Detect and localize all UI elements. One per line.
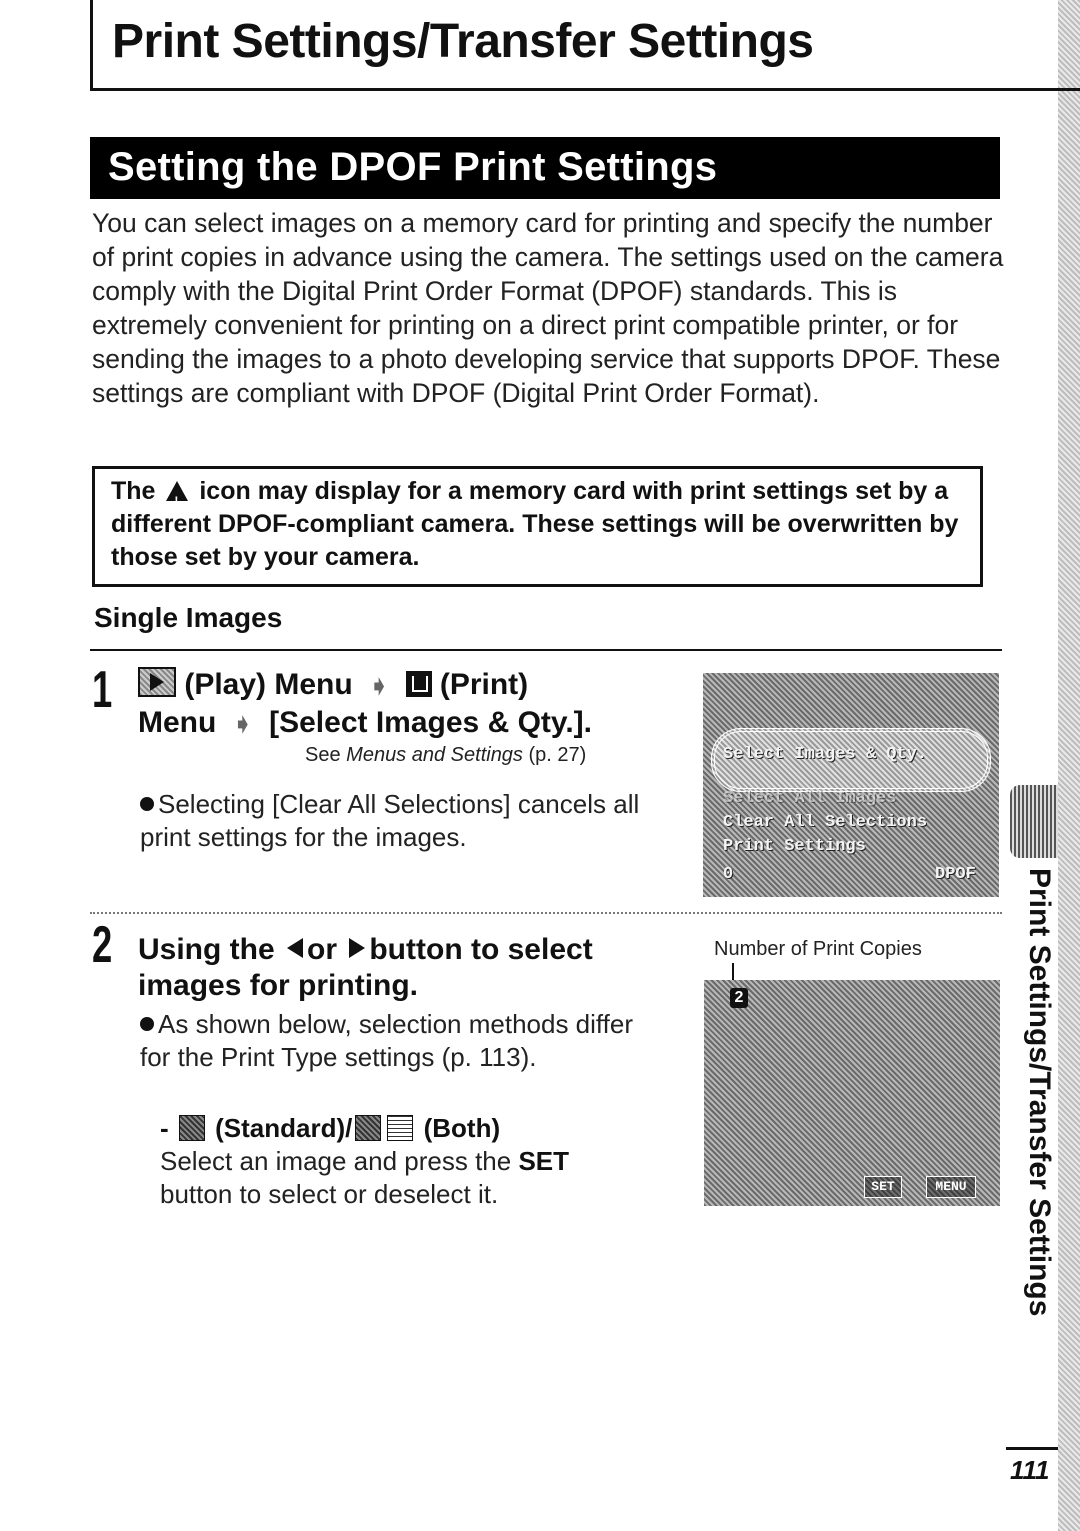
standard-label: (Standard)/ — [215, 1113, 353, 1143]
both-label: (Both) — [423, 1113, 501, 1143]
step-2-number: 2 — [92, 916, 113, 974]
menu-label: Menu — [138, 706, 217, 739]
set-button-label: SET — [518, 1146, 570, 1176]
dash: - — [160, 1113, 169, 1143]
step-1-title: (Play) Menu ➧ (Print) Menu ➧ [Select Ima… — [138, 667, 698, 743]
chapter-rule-bottom — [90, 88, 1080, 91]
subheading-rule — [90, 649, 1002, 651]
screen-set-button: SET — [864, 1176, 902, 1198]
standard-print-icon — [178, 1115, 205, 1141]
page-number-rule — [1006, 1447, 1058, 1450]
intro-paragraph: You can select images on a memory card f… — [92, 208, 1004, 408]
print-copies-count: 2 — [730, 988, 748, 1008]
play-menu-label: (Play) Menu — [184, 668, 353, 701]
note-text-rest: icon may display for a memory card with … — [111, 477, 959, 571]
step-2-title-or: or — [307, 933, 338, 966]
step-separator — [90, 912, 1002, 914]
note-text-start: The — [111, 477, 156, 505]
warning-triangle-icon — [166, 481, 189, 518]
index-print-icon — [387, 1115, 414, 1141]
ref-page: (p. 27) — [528, 744, 587, 766]
print-type-standard-both: - (Standard)/ (Both) Select an image and… — [160, 1112, 660, 1211]
page-edge-stripe — [1058, 0, 1080, 1531]
ref-see: See — [305, 744, 341, 766]
section-banner: Setting the DPOF Print Settings — [90, 137, 1000, 199]
caption-pointer-line — [732, 963, 734, 981]
select-images-qty-label: [Select Images & Qty.]. — [269, 706, 593, 739]
arrow-right-icon: ➧ — [369, 673, 390, 700]
chapter-side-tab — [1010, 785, 1058, 858]
subheading-single-images: Single Images — [94, 602, 283, 633]
menu-item-select-all-images: Select All Images — [723, 789, 897, 808]
menu-item-print-settings: Print Settings — [723, 837, 866, 856]
step-2-title-a: Using the — [138, 933, 275, 966]
left-button-icon — [287, 938, 304, 958]
note-text: The icon may display for a memory card w… — [111, 475, 980, 574]
chapter-rule-left — [90, 0, 93, 90]
print-menu-label: (Print) — [439, 668, 529, 701]
section-title: Setting the DPOF Print Settings — [108, 145, 718, 189]
print-menu-icon — [405, 671, 432, 697]
camera-screen-print-menu: Select Images & Qty. Select All Images C… — [703, 673, 999, 897]
step-1-bullet-text: Selecting [Clear All Selections] cancels… — [140, 789, 640, 852]
side-tab-text: Print Settings/Transfer Settings — [1023, 868, 1056, 1317]
ref-title: Menus and Settings — [346, 744, 523, 766]
reference-menus-settings: See Menus and Settings (p. 27) — [305, 744, 586, 767]
right-button-icon — [349, 938, 366, 958]
step-2-bullet: As shown below, selection methods differ… — [140, 1008, 660, 1074]
step-2-title: Using the or button to select images for… — [138, 932, 678, 1004]
bullet-icon — [140, 797, 154, 811]
sub-text-b: button to select or deselect it. — [160, 1179, 499, 1209]
arrow-right-icon: ➧ — [232, 711, 253, 738]
side-tab-label: Print Settings/Transfer Settings — [1012, 868, 1056, 1348]
screen-menu-button: MENU — [926, 1176, 976, 1198]
page-number: 111 — [1010, 1455, 1050, 1485]
menu-item-select-images-qty: Select Images & Qty. — [723, 745, 928, 764]
screen-footer-dpof: DPOF — [935, 865, 976, 884]
note-box: The icon may display for a memory card w… — [92, 466, 983, 587]
step-1-number: 1 — [92, 661, 113, 719]
bullet-icon — [140, 1017, 154, 1031]
play-menu-icon — [138, 667, 176, 697]
caption-number-of-print-copies: Number of Print Copies — [714, 938, 922, 960]
step-1-bullet: Selecting [Clear All Selections] cancels… — [140, 788, 640, 854]
menu-item-clear-all-selections: Clear All Selections — [723, 813, 928, 832]
screen-footer-count: 0 — [723, 865, 734, 884]
chapter-title: Print Settings/Transfer Settings — [112, 15, 814, 68]
step-2-bullet-text: As shown below, selection methods differ… — [140, 1009, 634, 1072]
camera-screen-image-select: 2 SET MENU — [704, 980, 1000, 1206]
standard-print-icon — [355, 1115, 382, 1141]
sub-text-a: Select an image and press the — [160, 1146, 512, 1176]
